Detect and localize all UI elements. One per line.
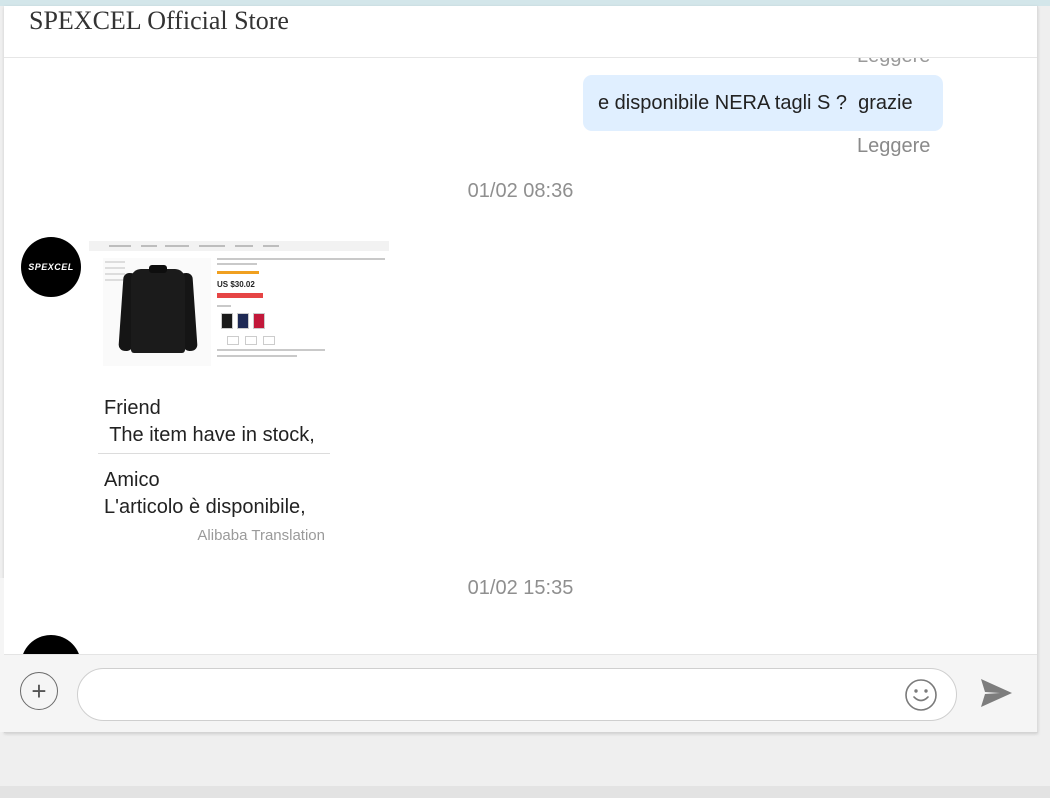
product-screenshot-image[interactable]: US $30.02: [89, 241, 389, 369]
screenshot-nav-line: [109, 245, 131, 247]
size-option: [227, 336, 239, 345]
screenshot-nav-line: [263, 245, 279, 247]
screenshot-text-line: [105, 279, 125, 281]
outgoing-message-bubble: e disponibile NERA tagli S ? grazie: [583, 75, 943, 131]
translated-line: L'articolo è disponibile,: [104, 496, 306, 518]
seller-avatar[interactable]: SPEXCEL: [21, 237, 81, 297]
store-title: SPEXCEL Official Store: [29, 6, 289, 35]
message-list[interactable]: Leggere e disponibile NERA tagli S ? gra…: [4, 58, 1037, 654]
message-input[interactable]: [77, 668, 957, 721]
timestamp-divider: 01/02 08:36: [467, 180, 574, 202]
translation-source-label: Alibaba Translation: [197, 527, 325, 544]
bottom-strip: [0, 786, 1050, 798]
size-option: [263, 336, 275, 345]
send-arrow-icon[interactable]: [976, 673, 1016, 713]
color-swatch-navy: [237, 313, 249, 329]
message-line: Friend: [104, 397, 161, 419]
screenshot-title-line: [217, 263, 257, 265]
jacket-collar: [149, 265, 167, 273]
timestamp-divider: 01/02 15:35: [467, 577, 574, 599]
smiley-icon[interactable]: [904, 678, 938, 712]
message-line: The item have in stock,: [104, 424, 315, 446]
message-composer: +: [4, 654, 1037, 732]
screenshot-nav-line: [165, 245, 189, 247]
screenshot-text-line: [217, 349, 325, 351]
add-attachment-button[interactable]: +: [20, 672, 58, 710]
chat-header: SPEXCEL Official Store: [4, 6, 1037, 58]
screenshot-title-line: [217, 258, 385, 260]
color-swatch-red: [253, 313, 265, 329]
screenshot-text-line: [105, 261, 125, 263]
translation-divider: [98, 453, 330, 454]
screenshot-promo-badge: [217, 293, 263, 298]
jacket-product-image: [131, 269, 185, 353]
screenshot-nav-line: [141, 245, 157, 247]
plus-icon: +: [31, 676, 47, 706]
screenshot-text-line: [105, 267, 125, 269]
avatar-logo-text: SPEXCEL: [28, 262, 74, 272]
color-swatch-black: [221, 313, 233, 329]
screenshot-rating-stars: [217, 271, 259, 274]
screenshot-text-line: [105, 273, 125, 275]
screenshot-text-line: [217, 305, 231, 307]
window-edge: [0, 578, 4, 732]
screenshot-nav-line: [199, 245, 225, 247]
seller-avatar[interactable]: [21, 635, 81, 654]
translated-line: Amico: [104, 469, 160, 491]
screenshot-text-line: [217, 355, 297, 357]
screenshot-price: US $30.02: [217, 280, 255, 289]
read-status: Leggere: [857, 135, 931, 157]
size-option: [245, 336, 257, 345]
screenshot-nav-line: [235, 245, 253, 247]
read-status-previous: Leggere: [857, 58, 930, 68]
chat-window: SPEXCEL Official Store Leggere e disponi…: [4, 6, 1038, 733]
